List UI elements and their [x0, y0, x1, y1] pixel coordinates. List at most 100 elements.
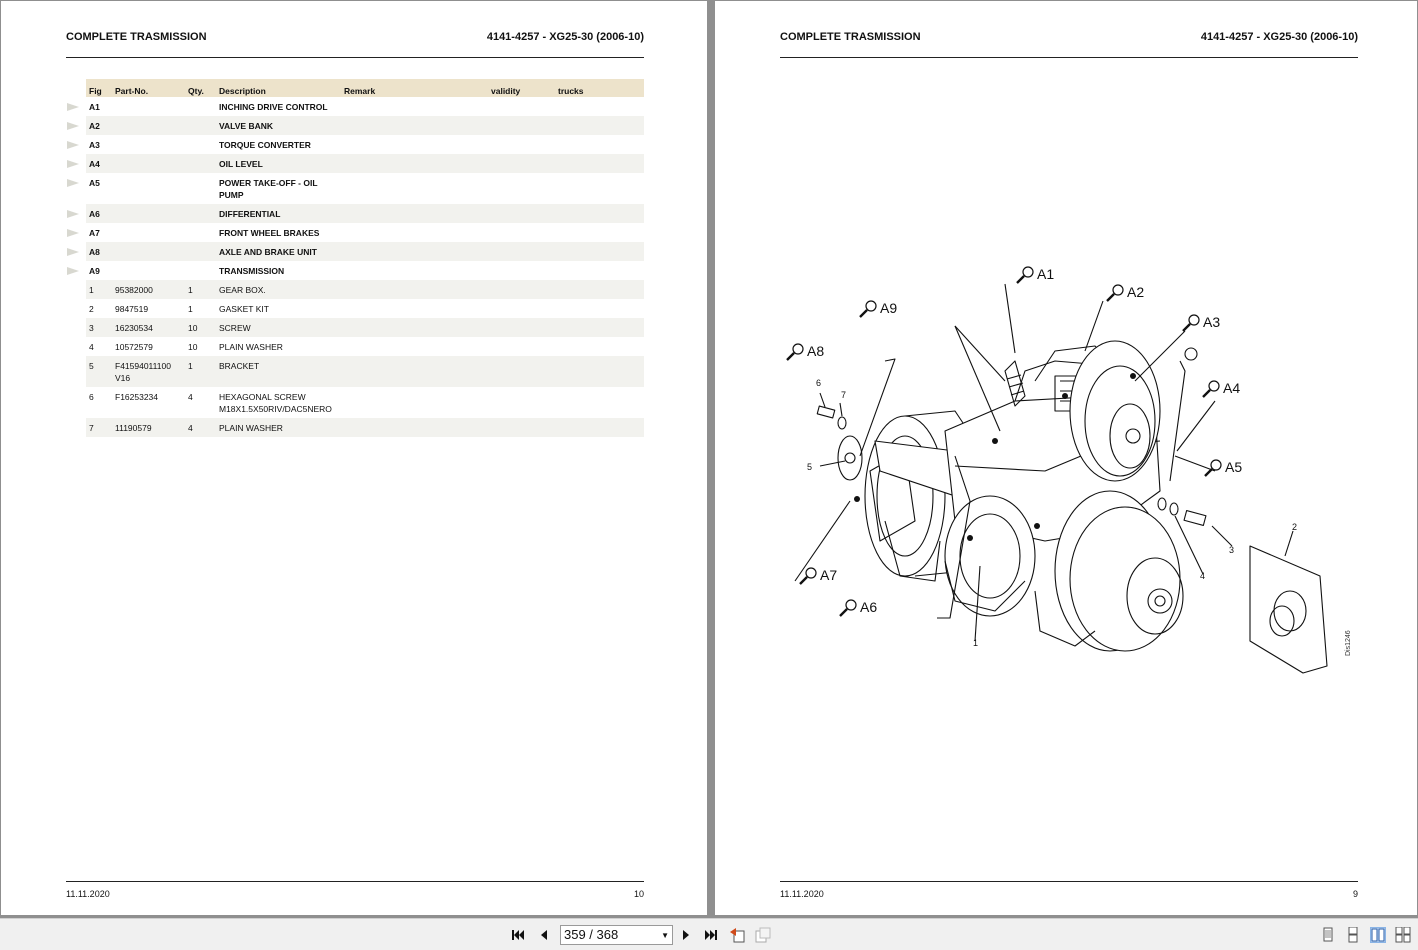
expand-arrow-icon[interactable]	[67, 229, 79, 237]
cell-part-no: 95382000	[112, 280, 185, 299]
cell-desc: AXLE AND BRAKE UNIT	[216, 242, 341, 261]
expand-arrow-icon[interactable]	[67, 210, 79, 218]
next-page-icon[interactable]	[678, 927, 694, 943]
first-page-icon[interactable]	[510, 927, 526, 943]
chevron-down-icon[interactable]: ▼	[661, 931, 669, 940]
callout-label[interactable]: A6	[860, 599, 877, 615]
expand-arrow-icon[interactable]	[67, 160, 79, 168]
group-row[interactable]: A1 INCHING DRIVE CONTROL	[86, 97, 644, 116]
last-page-icon[interactable]	[703, 927, 719, 943]
group-row[interactable]: A4 OIL LEVEL	[86, 154, 644, 173]
cell-trucks	[555, 116, 644, 135]
part-number: 11190579	[115, 423, 152, 433]
cell-description: BRACKET	[216, 356, 644, 387]
column-header-trucks: trucks	[555, 79, 644, 97]
two-page-view-icon[interactable]	[1370, 927, 1386, 943]
callout-label[interactable]: A2	[1127, 284, 1144, 300]
group-row[interactable]: A9 TRANSMISSION	[86, 261, 644, 280]
table-row: 4 10572579 10 PLAIN WASHER	[86, 337, 644, 356]
group-row[interactable]: A5 POWER TAKE-OFF - OIL PUMP	[86, 173, 644, 204]
group-row[interactable]: A7 FRONT WHEEL BRAKES	[86, 223, 644, 242]
single-page-view-icon[interactable]	[1320, 927, 1336, 943]
group-row[interactable]: A2 VALVE BANK	[86, 116, 644, 135]
expand-arrow-icon[interactable]	[67, 141, 79, 149]
cell-validity	[488, 97, 555, 116]
expand-arrow-icon[interactable]	[67, 103, 79, 111]
two-page-continuous-view-icon[interactable]	[1395, 926, 1411, 943]
cell-qty: 10	[185, 318, 216, 337]
cell-fig: A6	[86, 204, 112, 223]
callout-label[interactable]: A1	[1037, 266, 1054, 282]
cell-fig: A5	[89, 178, 100, 188]
callout-label[interactable]: A9	[880, 300, 897, 316]
column-header-fig: Fig	[86, 79, 112, 97]
expand-arrow-icon[interactable]	[67, 248, 79, 256]
cell-part-no: 11190579	[112, 418, 185, 437]
cell-description: PLAIN WASHER	[216, 418, 644, 437]
callout-label[interactable]: A8	[807, 343, 824, 359]
page-number-input[interactable]: 359 / 368 ▼	[560, 925, 673, 945]
table-row: 1 95382000 1 GEAR BOX.	[86, 280, 644, 299]
document-code: 4141-4257 - XG25-30 (2006-10)	[486, 31, 644, 43]
cell-remark	[341, 116, 488, 135]
cell-desc: TRANSMISSION	[219, 266, 285, 276]
footer-rule	[780, 881, 1358, 882]
prev-page-icon[interactable]	[536, 927, 552, 943]
viewer-toolbar: 359 / 368 ▼	[0, 918, 1418, 950]
group-row[interactable]: A6 DIFFERENTIAL	[86, 204, 644, 223]
footer-date: 11.11.2020	[780, 889, 824, 899]
description-line: GEAR BOX.	[219, 285, 266, 295]
cell-description: GASKET KIT	[216, 299, 644, 318]
cell-trucks	[555, 204, 644, 223]
cell-validity	[488, 223, 555, 242]
description-line: PLAIN WASHER	[219, 423, 283, 433]
column-header-remark: Remark	[341, 79, 488, 97]
magnifier-icon	[1202, 380, 1220, 398]
column-header-part-no: Part-No.	[112, 79, 185, 97]
cell-qty: 10	[188, 342, 198, 352]
callout-label[interactable]: A5	[1225, 459, 1242, 475]
expand-arrow-icon[interactable]	[67, 267, 79, 275]
exploded-view-diagram	[786, 266, 1328, 674]
go-back-icon[interactable]	[729, 927, 745, 943]
cell-part	[112, 135, 185, 154]
magnifier-icon	[839, 599, 857, 617]
cell-qty: 4	[185, 418, 216, 437]
cell-fig: 2	[89, 304, 94, 314]
go-forward-icon[interactable]	[755, 927, 771, 943]
cell-qty: 1	[188, 304, 193, 314]
cell-desc: POWER TAKE-OFF - OIL PUMP	[216, 173, 341, 204]
drawing-id: Dis1246	[1345, 630, 1352, 656]
cell-trucks	[555, 154, 644, 173]
magnifier-icon	[859, 300, 877, 318]
cell-trucks	[555, 135, 644, 154]
cell-part-no: 10572579	[112, 337, 185, 356]
part-number: 16230534	[115, 323, 153, 333]
page-indicator: 359 / 368	[564, 927, 619, 942]
document-page-left: COMPLETE TRASMISSION 4141-4257 - XG25-30…	[1, 1, 707, 915]
expand-arrow-icon[interactable]	[67, 179, 79, 187]
cell-part-no: F41594011100 V16	[112, 356, 185, 387]
cell-fig: A1	[89, 102, 100, 112]
cell-desc: TORQUE CONVERTER	[219, 140, 311, 150]
expand-arrow-icon[interactable]	[67, 122, 79, 130]
cell-part	[112, 154, 185, 173]
cell-remark	[341, 242, 488, 261]
callout-label[interactable]: A7	[820, 567, 837, 583]
group-row[interactable]: A8 AXLE AND BRAKE UNIT	[86, 242, 644, 261]
cell-validity	[488, 135, 555, 154]
group-row[interactable]: A3 TORQUE CONVERTER	[86, 135, 644, 154]
document-page-right: COMPLETE TRASMISSION 4141-4257 - XG25-30…	[715, 1, 1417, 915]
item-number-label: 3	[1229, 545, 1235, 555]
cell-description: SCREW	[216, 318, 644, 337]
cell-fig: A8	[86, 242, 112, 261]
cell-part	[112, 173, 185, 204]
cell-desc: DIFFERENTIAL	[216, 204, 341, 223]
continuous-view-icon[interactable]	[1345, 926, 1361, 943]
callout-label[interactable]: A4	[1223, 380, 1240, 396]
callout-label[interactable]: A3	[1203, 314, 1220, 330]
cell-part	[112, 223, 185, 242]
cell-fig: A9	[89, 266, 100, 276]
cell-part-no: 9847519	[112, 299, 185, 318]
header-rule	[66, 57, 644, 58]
